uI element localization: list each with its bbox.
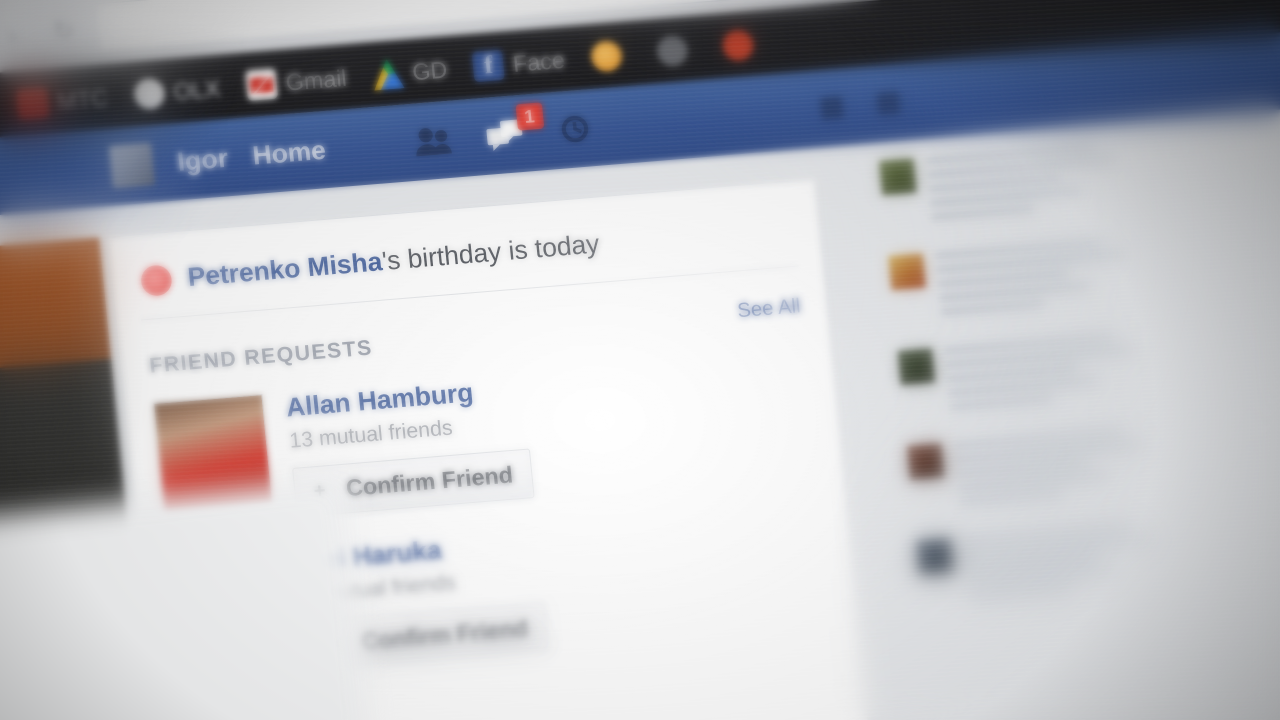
bookmark-favicon-icon bbox=[371, 58, 404, 91]
bookmark-6[interactable] bbox=[589, 39, 632, 73]
reload-button[interactable]: ↻ bbox=[45, 13, 83, 50]
notifications-icon[interactable] bbox=[557, 110, 603, 148]
profile-name-link[interactable]: Igor bbox=[176, 142, 230, 177]
bookmark-label: MTC bbox=[55, 83, 109, 114]
confirm-friend-label: Confirm Friend bbox=[359, 614, 530, 655]
bookmark-olx[interactable]: OLX bbox=[132, 73, 222, 111]
messages-badge: 1 bbox=[515, 102, 544, 131]
ticker-sidebar[interactable] bbox=[864, 131, 1174, 627]
birthday-suffix: 's birthday is today bbox=[380, 228, 601, 277]
ticker-avatar bbox=[897, 348, 936, 386]
bookmark-favicon-icon bbox=[132, 77, 166, 111]
bookmark-label: Gmail bbox=[284, 63, 348, 96]
bookmark-mtc[interactable]: MTC bbox=[16, 82, 109, 120]
ticker-avatar bbox=[888, 253, 927, 291]
bookmark-favicon-icon bbox=[721, 29, 755, 62]
bookmark-favicon-icon bbox=[16, 86, 50, 120]
ticker-text bbox=[962, 522, 1158, 608]
bookmark-8[interactable] bbox=[721, 28, 763, 62]
home-link[interactable]: Home bbox=[251, 134, 327, 171]
desk-surface bbox=[0, 478, 375, 720]
photo-of-monitor: ××Див×Go×(1)×××× ‹ › ↻ ☆ MTCOLXGmailGDFa… bbox=[0, 0, 1280, 720]
bookmark-favicon-icon bbox=[244, 68, 279, 101]
ticker-text bbox=[944, 332, 1139, 418]
account-settings-icon[interactable] bbox=[876, 91, 901, 116]
bookmark-favicon-icon bbox=[472, 49, 506, 83]
confirm-friend-label: Confirm Friend bbox=[344, 461, 515, 502]
friend-requests-icon[interactable] bbox=[411, 122, 457, 160]
bookmark-gd[interactable]: GD bbox=[371, 54, 448, 90]
bookmark-favicon-icon bbox=[655, 34, 689, 68]
bookmark-label: GD bbox=[410, 55, 449, 85]
birthday-text: Petrenko Misha's birthday is today bbox=[186, 228, 601, 293]
avatar[interactable] bbox=[108, 142, 156, 189]
bookmark-7[interactable] bbox=[655, 34, 697, 68]
bookmark-face[interactable]: Face bbox=[472, 44, 566, 83]
ticker-text bbox=[934, 237, 1130, 323]
ticker-item[interactable] bbox=[901, 510, 1173, 627]
forward-button[interactable]: › bbox=[0, 17, 32, 54]
birthday-icon bbox=[139, 263, 174, 297]
bookmark-favicon-icon bbox=[589, 39, 623, 73]
ticker-text bbox=[925, 142, 1121, 228]
bookmark-label: Face bbox=[511, 46, 566, 77]
birthday-person-link[interactable]: Petrenko Misha bbox=[186, 246, 383, 292]
privacy-shortcuts-icon[interactable] bbox=[819, 95, 845, 120]
bookmark-label: OLX bbox=[172, 74, 222, 105]
messages-icon[interactable]: 1 bbox=[484, 102, 544, 154]
ticker-avatar bbox=[906, 443, 945, 481]
ticker-avatar bbox=[878, 158, 917, 196]
bookmark-gmail[interactable]: Gmail bbox=[244, 62, 348, 101]
ticker-text bbox=[953, 427, 1148, 513]
ticker-avatar bbox=[916, 538, 955, 576]
